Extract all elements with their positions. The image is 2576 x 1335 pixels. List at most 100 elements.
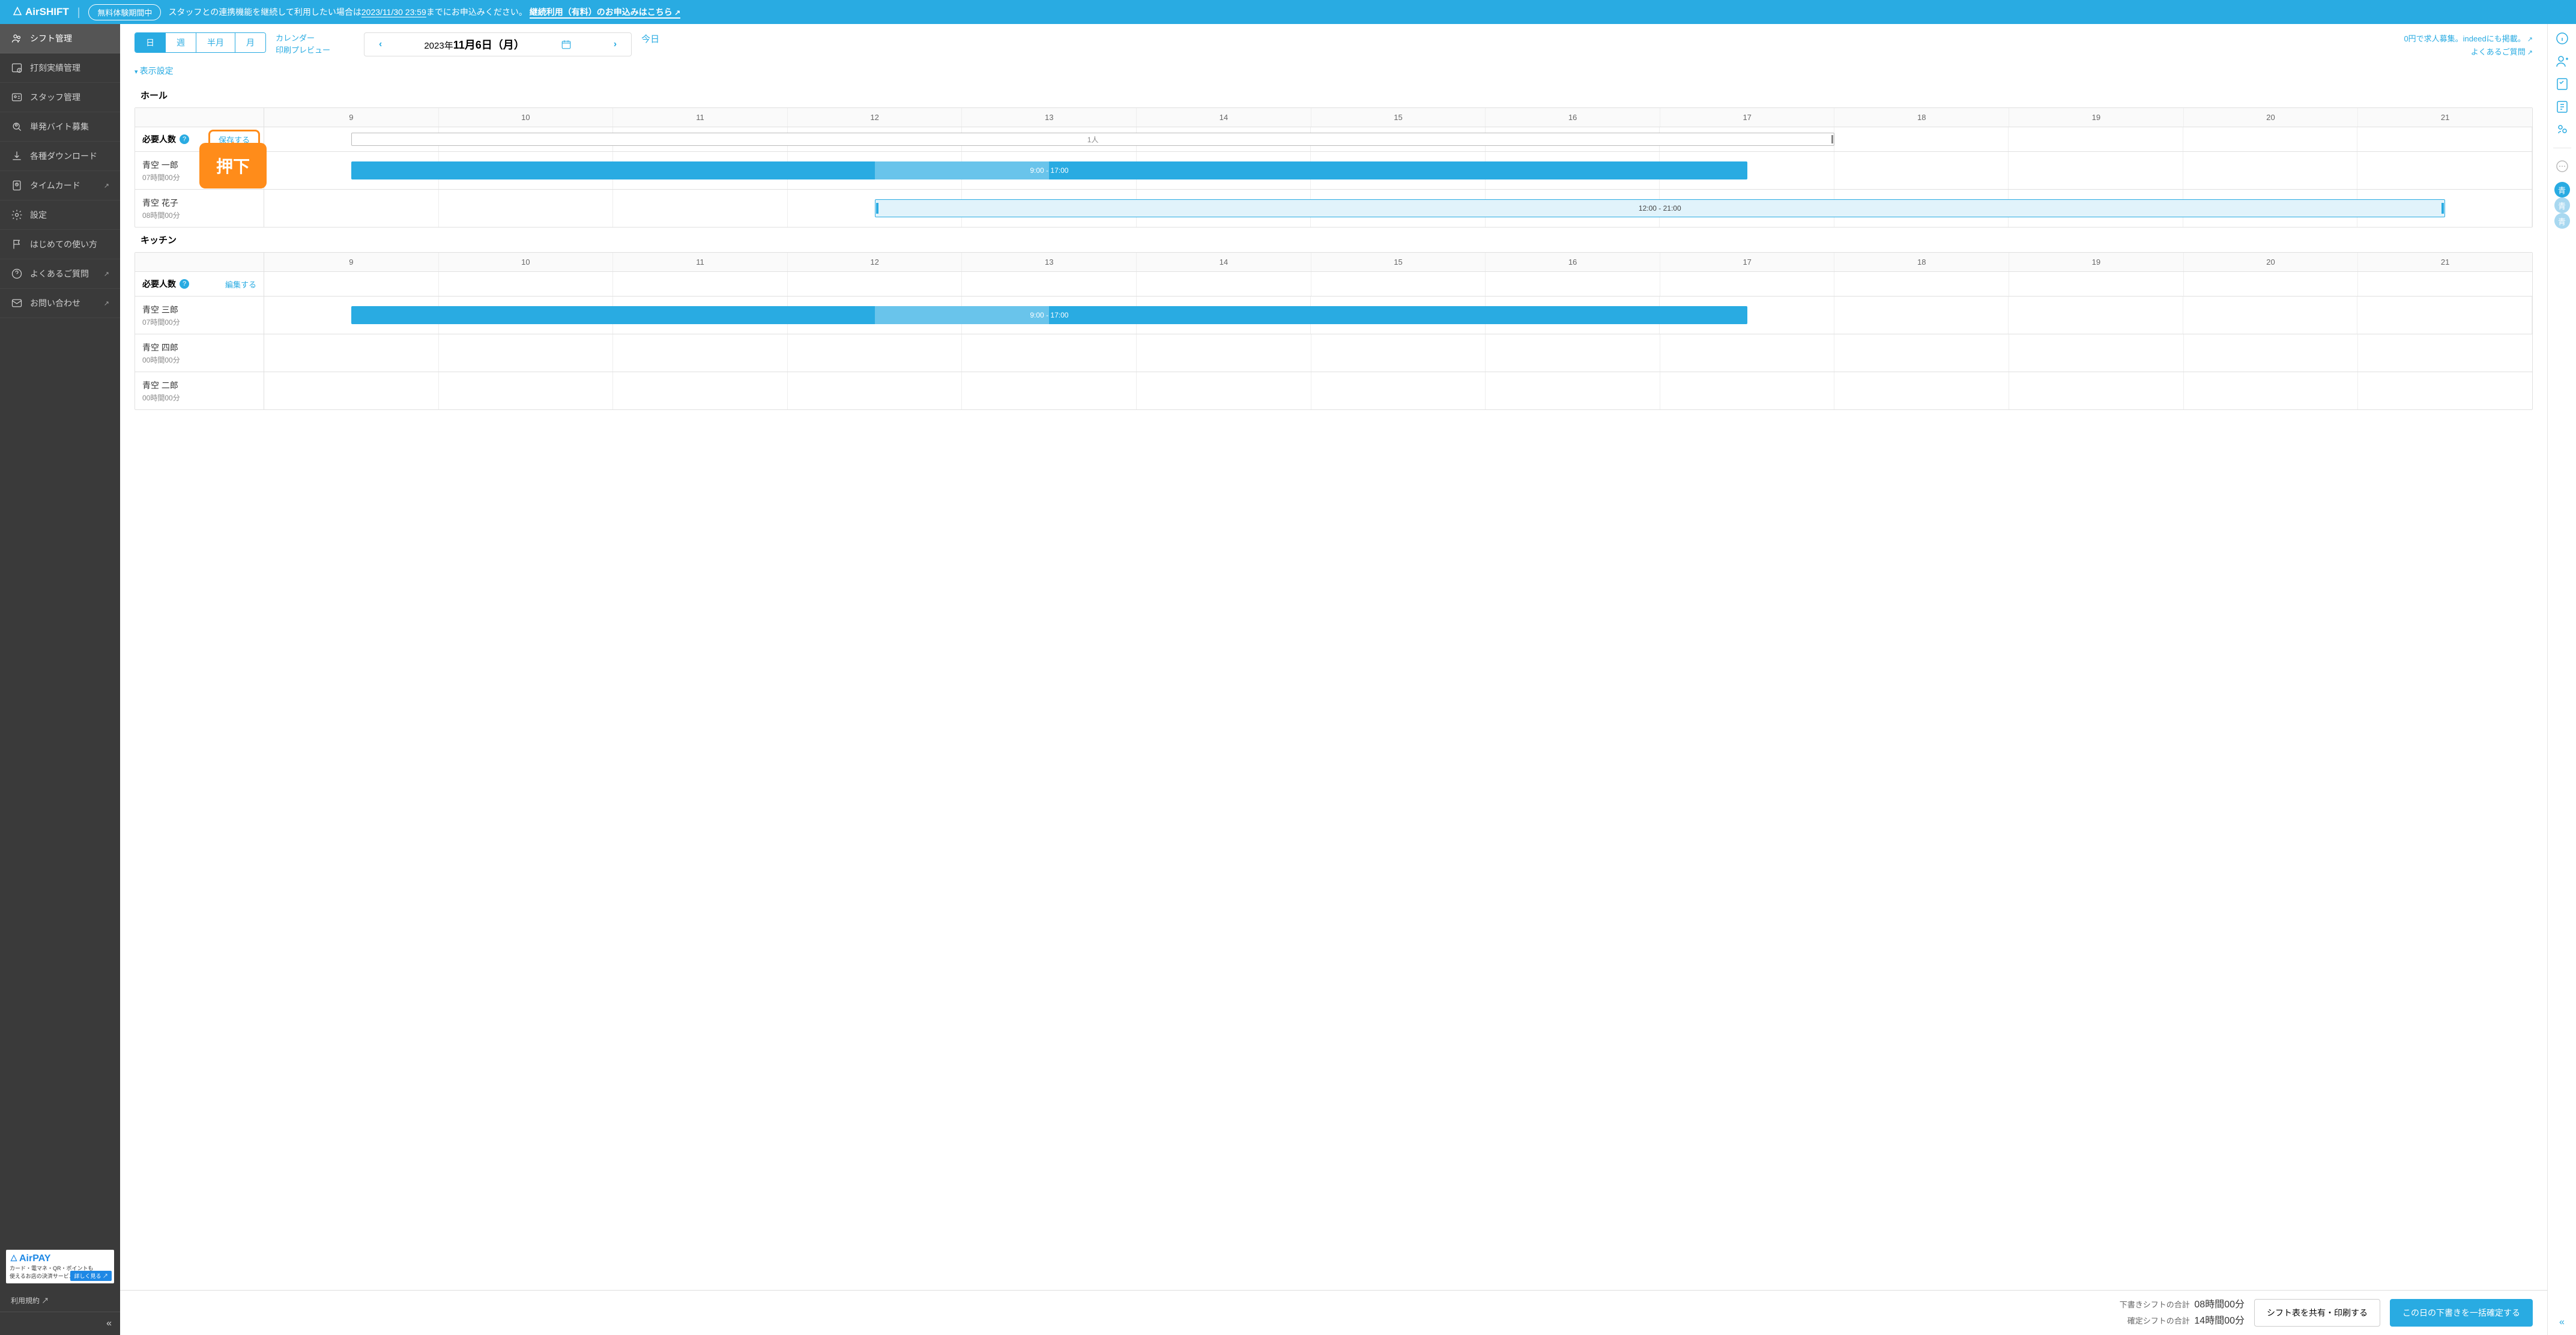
shift-bar[interactable]: 12:00 - 21:00: [875, 199, 2445, 217]
terms-link[interactable]: 利用規約 ↗: [0, 1289, 120, 1312]
avatar[interactable]: 青: [2554, 182, 2570, 197]
hour-header: 18: [1834, 108, 2009, 127]
hour-header: 11: [613, 253, 788, 271]
shift-time-label: 12:00 - 21:00: [1639, 204, 1681, 212]
staff-hours: 00時間00分: [142, 393, 256, 403]
add-user-icon[interactable]: [2555, 54, 2569, 68]
sidebar-item-flag[interactable]: はじめての使い方: [0, 230, 120, 259]
shift-bar[interactable]: 9:00 - 17:00: [351, 161, 1747, 179]
external-icon: ↗: [104, 300, 109, 307]
info-icon[interactable]: [2555, 31, 2569, 46]
staff-name: 青空 三郎: [142, 304, 256, 316]
toolbar: 日週半月月 カレンダー 印刷プレビュー ‹ 2023年11月6日（月） › 今日…: [120, 24, 2547, 62]
view-半月[interactable]: 半月: [196, 33, 235, 52]
banner-message: スタッフとの連携機能を継続して利用したい場合は2023/11/30 23:59ま…: [168, 6, 2564, 18]
help-icon[interactable]: ?: [180, 279, 189, 289]
calendar-link[interactable]: カレンダー: [276, 32, 330, 44]
prev-day[interactable]: ‹: [373, 39, 388, 50]
staff-hours: 08時間00分: [142, 210, 256, 220]
view-月[interactable]: 月: [235, 33, 265, 52]
avatar[interactable]: 青: [2554, 197, 2570, 213]
sidebar-item-mail[interactable]: お問い合わせ ↗: [0, 289, 120, 318]
sidebar-item-label: 単発バイト募集: [30, 121, 89, 133]
collapse-sidebar[interactable]: «: [0, 1312, 120, 1335]
hour-header: 9: [264, 108, 439, 127]
download-icon: [11, 150, 23, 162]
sidebar-item-download[interactable]: 各種ダウンロード: [0, 142, 120, 171]
required-bar[interactable]: 1人: [351, 133, 1834, 146]
staff-name: 青空 二郎: [142, 379, 256, 391]
hour-header: 20: [2184, 253, 2359, 271]
share-print-button[interactable]: シフト表を共有・印刷する: [2254, 1299, 2380, 1327]
next-day[interactable]: ›: [608, 39, 623, 50]
calendar-icon[interactable]: [561, 39, 572, 50]
sidebar-item-label: 打刻実績管理: [30, 62, 80, 74]
hour-header: 19: [2009, 108, 2184, 127]
sidebar-item-help[interactable]: よくあるご質問↗: [0, 259, 120, 289]
chat-icon[interactable]: [2555, 159, 2569, 173]
hour-header: 16: [1486, 108, 1660, 127]
hour-header: 11: [613, 108, 788, 127]
hour-header: 14: [1137, 253, 1311, 271]
view-週[interactable]: 週: [166, 33, 196, 52]
mail-icon: [11, 297, 23, 309]
sidebar-item-users[interactable]: シフト管理: [0, 24, 120, 53]
id-card-icon: [11, 91, 23, 103]
separator: |: [77, 6, 80, 19]
sidebar-item-label: シフト管理: [30, 32, 72, 44]
faq-link[interactable]: よくあるご質問: [2404, 46, 2533, 59]
indeed-link[interactable]: 0円で求人募集。indeedにも掲載。: [2404, 32, 2533, 46]
airpay-promo[interactable]: AirPAY カード・電マネ・QR・ポイントも 使えるお店の決済サービス 詳しく…: [6, 1250, 114, 1283]
users-icon: [11, 32, 23, 44]
hour-header: 17: [1660, 253, 1835, 271]
sidebar-item-search-person[interactable]: 単発バイト募集: [0, 112, 120, 142]
hour-header: 10: [439, 253, 614, 271]
confirm-all-button[interactable]: この日の下書きを一括確定する: [2390, 1299, 2533, 1327]
staff-name: 青空 花子: [142, 197, 256, 209]
required-label: 必要人数: [142, 278, 176, 290]
hour-header: 17: [1660, 108, 1835, 127]
sidebar-item-timecard[interactable]: タイムカード↗: [0, 171, 120, 200]
hour-header: 19: [2009, 253, 2184, 271]
sidebar-item-id-card[interactable]: スタッフ管理: [0, 83, 120, 112]
hourglass-icon[interactable]: [2555, 100, 2569, 114]
hour-header: 10: [439, 108, 614, 127]
required-label: 必要人数: [142, 133, 176, 145]
staff-name: 青空 四郎: [142, 342, 256, 354]
shift-bar[interactable]: 9:00 - 17:00: [351, 306, 1747, 324]
hour-header: 21: [2358, 253, 2532, 271]
main-content: 日週半月月 カレンダー 印刷プレビュー ‹ 2023年11月6日（月） › 今日…: [120, 24, 2547, 1335]
hour-header: 14: [1137, 108, 1311, 127]
toolbar-links: 0円で求人募集。indeedにも掲載。 よくあるご質問: [2404, 32, 2533, 59]
calendar-links: カレンダー 印刷プレビュー: [276, 32, 330, 56]
airpay-logo: AirPAY: [10, 1253, 110, 1264]
sidebar-item-clock-list[interactable]: 打刻実績管理: [0, 53, 120, 83]
sidebar-item-label: よくあるご質問: [30, 268, 89, 280]
hour-header: 15: [1311, 253, 1486, 271]
sidebar: シフト管理打刻実績管理スタッフ管理単発バイト募集各種ダウンロードタイムカード↗設…: [0, 24, 120, 1335]
app-logo: AirSHIFT: [12, 6, 69, 18]
gear-icon: [11, 209, 23, 221]
timecard-icon: [11, 179, 23, 191]
avatar[interactable]: 青: [2554, 213, 2570, 229]
clock-list-icon: [11, 62, 23, 74]
today-button[interactable]: 今日: [641, 32, 659, 45]
display-settings-toggle[interactable]: 表示設定: [120, 62, 2547, 83]
money-icon[interactable]: [2555, 122, 2569, 137]
hour-header: 12: [788, 253, 963, 271]
sidebar-item-label: お問い合わせ: [30, 297, 80, 309]
sidebar-item-gear[interactable]: 設定: [0, 200, 120, 230]
airpay-button[interactable]: 詳しく見る ↗: [70, 1271, 112, 1281]
hour-header: 12: [788, 108, 963, 127]
edit-button[interactable]: 編集する: [225, 279, 256, 290]
sidebar-item-label: はじめての使い方: [30, 238, 97, 250]
print-preview-link[interactable]: 印刷プレビュー: [276, 44, 330, 56]
collapse-rail[interactable]: «: [2559, 1310, 2565, 1335]
banner-cta-link[interactable]: 継続利用（有料）のお申込みはこちら: [530, 7, 680, 19]
annotation-callout: 押下: [199, 143, 267, 188]
help-icon[interactable]: ?: [180, 134, 189, 144]
view-日[interactable]: 日: [135, 33, 166, 52]
section-title: ホール: [135, 83, 2533, 107]
external-icon: ↗: [104, 182, 109, 190]
check-list-icon[interactable]: [2555, 77, 2569, 91]
